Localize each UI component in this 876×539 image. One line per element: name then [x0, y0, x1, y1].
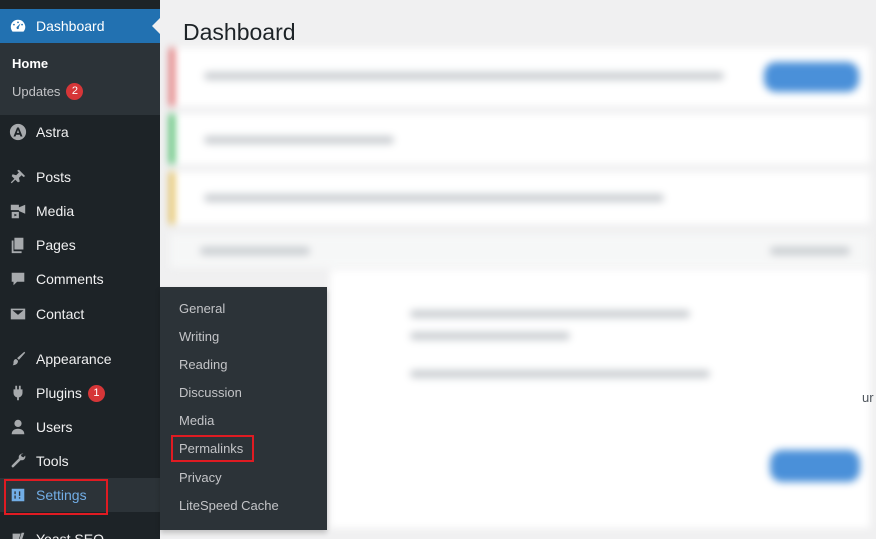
submenu-item-label: Updates [12, 84, 61, 99]
sidebar-item-comments[interactable]: Comments [0, 262, 160, 296]
pin-icon [8, 167, 28, 187]
sidebar-item-plugins[interactable]: Plugins 1 [0, 376, 160, 410]
page-title: Dashboard [183, 19, 296, 45]
sidebar-item-settings[interactable]: Settings [0, 478, 160, 512]
media-icon [8, 201, 28, 221]
flyout-item-media[interactable]: Media [179, 411, 214, 431]
sidebar-item-label: Yoast SEO [36, 531, 104, 539]
sidebar-item-yoast[interactable]: Yoast SEO [0, 522, 160, 539]
partial-text: ur [862, 390, 874, 405]
mail-icon [8, 304, 28, 324]
sidebar-item-label: Appearance [36, 351, 112, 367]
plugins-update-badge: 1 [87, 384, 105, 402]
widget-header [170, 234, 870, 268]
sidebar-item-users[interactable]: Users [0, 410, 160, 444]
brush-icon [8, 349, 28, 369]
sidebar-item-contact[interactable]: Contact [0, 297, 160, 331]
sidebar-item-label: Media [36, 203, 75, 219]
sidebar-item-media[interactable]: Media [0, 194, 160, 228]
sidebar-item-label: Astra [36, 124, 69, 140]
sidebar-item-astra[interactable]: Astra [0, 115, 160, 149]
submenu-item-label: Home [12, 56, 49, 71]
pages-icon [8, 235, 28, 255]
sidebar-item-label: Settings [36, 487, 87, 503]
sidebar-item-posts[interactable]: Posts [0, 160, 160, 194]
dashboard-icon [8, 16, 28, 36]
sidebar-item-label: Posts [36, 169, 72, 185]
sidebar-item-appearance[interactable]: Appearance [0, 342, 160, 376]
notice-warning [170, 172, 870, 224]
notice-success [170, 114, 870, 164]
astra-icon [8, 122, 28, 142]
flyout-item-discussion[interactable]: Discussion [179, 383, 242, 403]
sidebar-item-label: Tools [36, 453, 69, 469]
flyout-item-writing[interactable]: Writing [179, 327, 219, 347]
sidebar-item-pages[interactable]: Pages [0, 228, 160, 262]
settings-flyout-menu: General Writing Reading Discussion Media… [160, 287, 327, 530]
admin-sidebar: Dashboard Home Updates 2 Astra Posts Med… [0, 0, 161, 539]
wrench-icon [8, 451, 28, 471]
settings-icon [8, 485, 28, 505]
user-icon [8, 417, 28, 437]
submenu-item-updates[interactable]: Updates 2 [12, 83, 84, 100]
updates-count-badge: 2 [66, 83, 84, 100]
sidebar-item-label: Comments [36, 271, 104, 287]
plugin-icon [8, 383, 28, 403]
flyout-item-privacy[interactable]: Privacy [179, 468, 222, 488]
sidebar-item-label: Pages [36, 237, 76, 253]
dashboard-submenu: Home Updates 2 [0, 43, 160, 115]
sidebar-item-label: Contact [36, 306, 85, 322]
notice-error [170, 48, 870, 106]
sidebar-item-dashboard[interactable]: Dashboard [0, 9, 160, 43]
comment-icon [8, 269, 28, 289]
sidebar-item-label: Users [36, 419, 73, 435]
widget-body [330, 270, 870, 528]
submenu-item-home[interactable]: Home [12, 56, 48, 71]
sidebar-item-tools[interactable]: Tools [0, 444, 160, 478]
flyout-item-permalinks[interactable]: Permalinks [179, 439, 243, 459]
flyout-item-general[interactable]: General [179, 299, 225, 319]
sidebar-item-label: Plugins [36, 385, 82, 401]
yoast-icon [8, 529, 28, 539]
flyout-item-litespeed-cache[interactable]: LiteSpeed Cache [179, 496, 279, 516]
flyout-item-reading[interactable]: Reading [179, 355, 227, 375]
sidebar-item-label: Dashboard [36, 18, 105, 34]
